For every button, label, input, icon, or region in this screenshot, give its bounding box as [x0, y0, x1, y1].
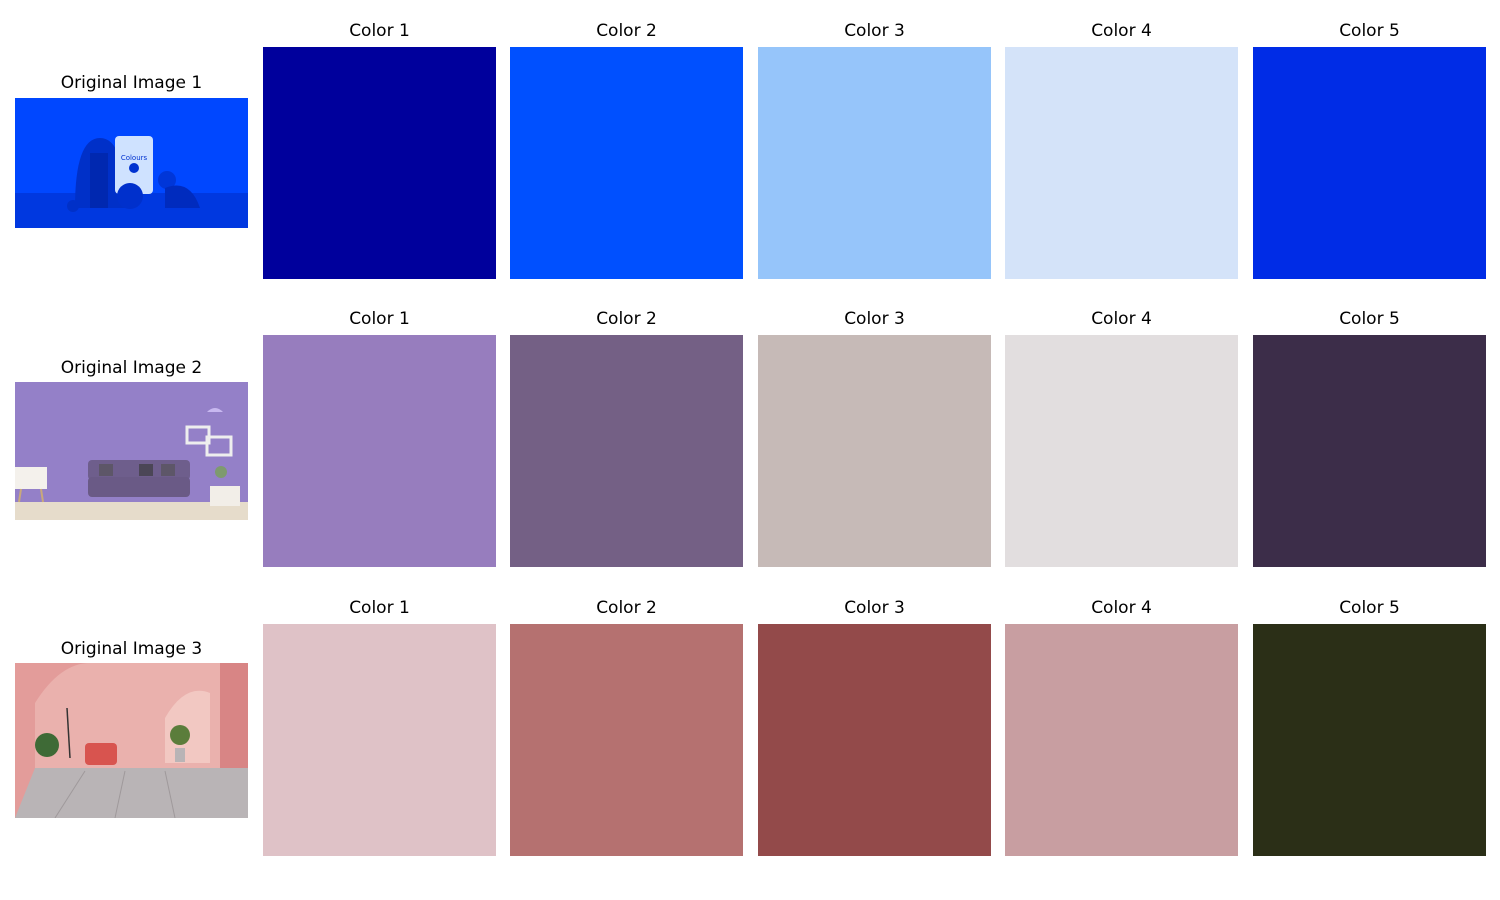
- swatch-label: Color 5: [1339, 21, 1400, 41]
- swatch-label: Color 3: [844, 309, 905, 329]
- swatch-label: Color 2: [596, 21, 657, 41]
- original-image-1: Colours: [15, 98, 248, 228]
- swatch-color-5: Color 5: [1253, 21, 1486, 279]
- swatch-label: Color 4: [1091, 309, 1152, 329]
- swatch-color-2: Color 2: [510, 21, 743, 279]
- swatch-label: Color 1: [349, 309, 410, 329]
- original-image-3: [15, 663, 248, 818]
- swatch-color-3: Color 3: [758, 309, 991, 567]
- swatch-label: Color 3: [844, 21, 905, 41]
- original-image-title: Original Image 3: [60, 639, 203, 659]
- swatch-color-4: Color 4: [1005, 598, 1238, 856]
- original-image-title: Original Image 2: [60, 358, 203, 378]
- swatch-color-5: Color 5: [1253, 598, 1486, 856]
- swatch-label: Color 2: [596, 309, 657, 329]
- swatch-color-3: Color 3: [758, 21, 991, 279]
- swatch-label: Color 2: [596, 598, 657, 618]
- swatch-color-5: Color 5: [1253, 309, 1486, 567]
- swatch-color-4: Color 4: [1005, 309, 1238, 567]
- original-image-title: Original Image 1: [60, 73, 203, 93]
- swatch-color-2: Color 2: [510, 598, 743, 856]
- swatch-color-1: Color 1: [263, 598, 496, 856]
- swatch-color-1: Color 1: [263, 309, 496, 567]
- original-image-2: [15, 382, 248, 520]
- swatch-label: Color 1: [349, 21, 410, 41]
- swatch-label: Color 4: [1091, 598, 1152, 618]
- swatch-color-1: Color 1: [263, 21, 496, 279]
- swatch-color-2: Color 2: [510, 309, 743, 567]
- swatch-label: Color 3: [844, 598, 905, 618]
- swatch-label: Color 5: [1339, 309, 1400, 329]
- swatch-label: Color 4: [1091, 21, 1152, 41]
- swatch-color-4: Color 4: [1005, 21, 1238, 279]
- pouch-label: Colours: [121, 154, 148, 162]
- swatch-label: Color 1: [349, 598, 410, 618]
- swatch-label: Color 5: [1339, 598, 1400, 618]
- swatch-color-3: Color 3: [758, 598, 991, 856]
